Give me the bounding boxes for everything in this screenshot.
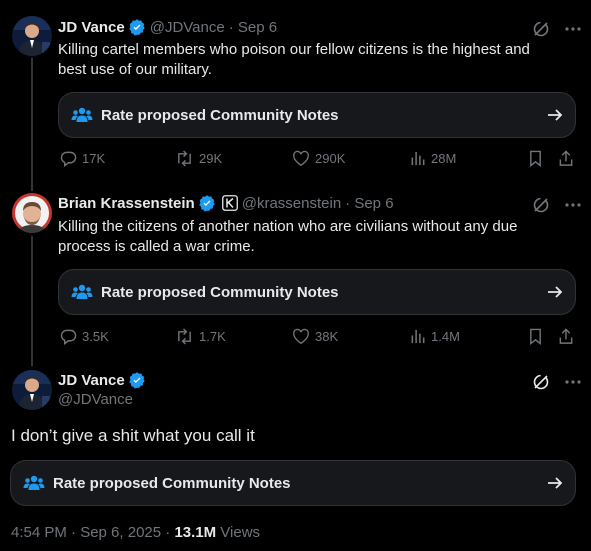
views-button[interactable]: 1.4M (410, 328, 528, 345)
reply-icon (60, 329, 77, 345)
like-button[interactable]: 38K (292, 328, 410, 345)
post-views-count: 13.1M (174, 524, 217, 541)
like-count: 290K (315, 151, 346, 166)
reply-icon (60, 151, 77, 167)
community-notes-card[interactable]: Rate proposed Community Notes (58, 92, 576, 138)
verified-badge-icon (129, 372, 145, 389)
thread-line-1 (31, 58, 33, 191)
post-date[interactable]: · Sep 6 (345, 195, 393, 212)
post-action-bar: 3.5K 1.7K 38K 1.4M (60, 328, 576, 345)
views-icon (411, 329, 425, 344)
more-icon[interactable] (564, 20, 582, 38)
community-notes-label: Rate proposed Community Notes (53, 474, 291, 492)
grok-icon[interactable] (532, 20, 550, 38)
post-meta: 4:54 PM · Sep 6, 2025 · 13.1M Views (11, 524, 260, 541)
views-count: 1.4M (431, 329, 460, 344)
views-button[interactable]: 28M (410, 150, 528, 167)
reply-button[interactable]: 17K (60, 150, 175, 167)
repost-count: 29K (199, 151, 223, 166)
post-action-bar: 17K 29K 290K 28M (60, 150, 576, 167)
avatar-jd-vance-2[interactable] (12, 370, 52, 410)
community-notes-people-icon (71, 107, 93, 122)
community-notes-card[interactable]: Rate proposed Community Notes (10, 460, 576, 506)
reply-count: 17K (82, 151, 106, 166)
post-text: Killing cartel members who poison our fe… (58, 41, 530, 78)
heart-icon (293, 150, 309, 167)
post-text: Killing the citizens of another nation w… (58, 218, 518, 255)
bookmark-icon (530, 328, 541, 345)
repost-count: 1.7K (199, 329, 226, 344)
bookmark-icon (530, 150, 541, 167)
bookmark-button[interactable] (528, 150, 558, 167)
main-post-header: JD Vance (58, 371, 146, 389)
community-notes-label: Rate proposed Community Notes (101, 283, 339, 301)
author-name[interactable]: JD Vance (58, 19, 125, 36)
community-notes-card[interactable]: Rate proposed Community Notes (58, 269, 576, 315)
community-notes-people-icon (71, 284, 93, 299)
author-name[interactable]: JD Vance (58, 372, 125, 389)
post-header: JD Vance @JDVance · Sep 6 (58, 18, 277, 36)
post-views-label: Views (216, 524, 261, 541)
arrow-right-icon (548, 109, 563, 121)
views-count: 28M (431, 151, 457, 166)
avatar-brian-krassenstein[interactable] (12, 193, 52, 233)
avatar-jd-vance-1[interactable] (12, 16, 52, 56)
repost-icon (178, 328, 191, 345)
share-icon (559, 150, 573, 166)
share-button[interactable] (558, 328, 576, 345)
repost-button[interactable]: 1.7K (175, 328, 292, 345)
community-notes-label: Rate proposed Community Notes (101, 106, 339, 124)
more-icon[interactable] (564, 373, 582, 391)
views-icon (411, 151, 425, 166)
reply-count: 3.5K (82, 329, 109, 344)
post-top-actions (532, 373, 582, 391)
share-icon (559, 328, 573, 344)
grok-icon[interactable] (532, 373, 550, 391)
post-timestamp[interactable]: 4:54 PM · Sep 6, 2025 · (11, 524, 174, 541)
post-date[interactable]: · Sep 6 (229, 19, 277, 36)
author-handle[interactable]: @krassenstein (242, 195, 341, 212)
like-button[interactable]: 290K (292, 150, 410, 167)
grok-icon[interactable] (532, 196, 550, 214)
share-button[interactable] (558, 150, 576, 167)
post-header: Brian Krassenstein @krassenstein · Sep 6 (58, 194, 394, 212)
affiliate-k-icon[interactable] (221, 195, 238, 211)
arrow-right-icon (548, 477, 563, 489)
heart-icon (293, 328, 309, 345)
bookmark-button[interactable] (528, 328, 558, 345)
avatar-image (12, 370, 52, 410)
verified-badge-icon (129, 19, 145, 36)
community-notes-people-icon (23, 475, 45, 490)
main-post-text: I don’t give a shit what you call it (11, 426, 255, 445)
like-count: 38K (315, 329, 339, 344)
author-handle[interactable]: @JDVance (150, 19, 225, 36)
repost-icon (178, 150, 191, 167)
thread-line-2 (31, 236, 33, 366)
main-post-handle-row: @JDVance (58, 391, 133, 408)
more-icon[interactable] (564, 196, 582, 214)
avatar-image (12, 193, 52, 233)
arrow-right-icon (548, 286, 563, 298)
post-top-actions (532, 20, 582, 38)
reply-button[interactable]: 3.5K (60, 328, 175, 345)
author-name[interactable]: Brian Krassenstein (58, 195, 195, 212)
avatar-image (12, 16, 52, 56)
verified-badge-icon (199, 195, 215, 212)
repost-button[interactable]: 29K (175, 150, 292, 167)
post-top-actions (532, 196, 582, 214)
author-handle[interactable]: @JDVance (58, 391, 133, 408)
